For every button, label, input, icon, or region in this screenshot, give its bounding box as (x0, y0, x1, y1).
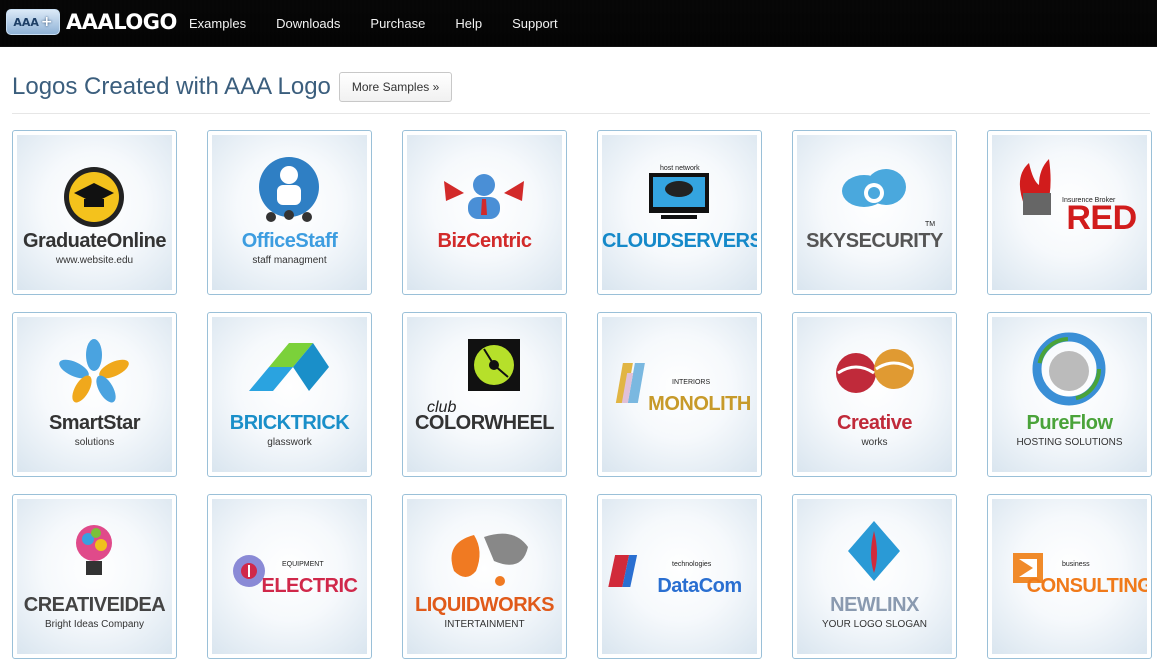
logo-tile[interactable]: CREATIVEIDEA Bright Ideas Company (12, 494, 177, 659)
star-drops-icon (59, 339, 129, 403)
logo-image: GraduateOnline www.website.edu (17, 135, 172, 290)
nav-support[interactable]: Support (497, 16, 573, 31)
cloud-lock-icon (842, 169, 906, 207)
logo-image: SmartStar solutions (17, 317, 172, 472)
page-title: Logos Created with AAA Logo (12, 73, 331, 100)
heading-divider (12, 113, 1150, 114)
logo-tagline: TM (925, 221, 936, 228)
monitor-cloud-icon (649, 173, 709, 219)
logo-tile[interactable]: Insurence Broker RED (987, 130, 1152, 295)
logo-image: LIQUIDWORKS INTERTAINMENT (407, 499, 562, 654)
logo-tile[interactable]: BizCentric (402, 130, 567, 295)
logo-slogan: HOSTING SOLUTIONS (1016, 437, 1123, 448)
logo-name: NEWLINX (830, 594, 919, 616)
logo-image: INTERIORS MONOLITH (602, 317, 757, 472)
logo-tagline: business (1062, 561, 1090, 568)
nav-examples[interactable]: Examples (174, 16, 261, 31)
logo-tile[interactable]: INTERIORS MONOLITH (597, 312, 762, 477)
logo-tagline: host network (660, 165, 700, 172)
more-samples-button[interactable]: More Samples » (338, 72, 453, 102)
person-arrows-icon (444, 174, 524, 219)
logo-slogan: INTERTAINMENT (444, 619, 525, 630)
logo-image: PureFlow HOSTING SOLUTIONS (992, 317, 1147, 472)
diamond-drop-icon (848, 521, 900, 581)
logo-image: Creative works (797, 317, 952, 472)
logo-tile[interactable]: technologies DataCom (597, 494, 762, 659)
brand-logo[interactable]: AAA + AAALOGO (6, 9, 177, 35)
logo-image: technologies DataCom (602, 499, 757, 654)
logo-image: Insurence Broker RED (992, 135, 1147, 290)
logo-name: MONOLITH (648, 393, 751, 415)
nav-purchase[interactable]: Purchase (355, 16, 440, 31)
logo-name: COLORWHEEL (414, 412, 555, 434)
logo-name: ELECTRIC (261, 575, 359, 597)
logo-name: BRICKTRICK (229, 412, 350, 434)
liquid-drop-icon (451, 533, 528, 586)
main-nav: Examples Downloads Purchase Help Support (174, 0, 573, 46)
logo-tile[interactable]: EQUIPMENT ELECTRIC (207, 494, 372, 659)
logo-image: club COLORWHEEL (407, 317, 562, 472)
logo-image: TM SKYSECURITY (797, 135, 952, 290)
lightbulb-icon (76, 525, 112, 575)
logo-image: BizCentric (407, 135, 562, 290)
brand-plus-icon: + (40, 14, 53, 30)
logo-image: host network CLOUDSERVERS (602, 135, 757, 290)
logo-tagline: EQUIPMENT (282, 561, 324, 568)
logo-image: NEWLINX YOUR LOGO SLOGAN (797, 499, 952, 654)
logo-slogan: YOUR LOGO SLOGAN (821, 619, 928, 630)
logo-name: DataCom (657, 575, 742, 597)
logo-name: CLOUDSERVERS (602, 230, 757, 252)
logo-tile[interactable]: GraduateOnline www.website.edu (12, 130, 177, 295)
top-navigation-bar: AAA + AAALOGO Examples Downloads Purchas… (0, 0, 1157, 47)
logo-tile[interactable]: LIQUIDWORKS INTERTAINMENT (402, 494, 567, 659)
logo-tile[interactable]: BRICKTRICK glasswork (207, 312, 372, 477)
logo-name: RED (1066, 199, 1137, 237)
logo-image: CREATIVEIDEA Bright Ideas Company (17, 499, 172, 654)
logo-tile[interactable]: NEWLINX YOUR LOGO SLOGAN (792, 494, 957, 659)
logo-slogan: glasswork (267, 437, 312, 448)
logo-tile[interactable]: club COLORWHEEL (402, 312, 567, 477)
page-heading: Logos Created with AAA Logo More Samples… (12, 70, 453, 104)
ring-sphere-icon (1032, 332, 1106, 406)
logo-tile[interactable]: business CONSULTING (987, 494, 1152, 659)
spheres-icon (836, 349, 914, 393)
people-icon (259, 157, 319, 222)
logo-name: BizCentric (437, 230, 532, 252)
logo-name: OfficeStaff (241, 230, 338, 252)
logo-tile[interactable]: PureFlow HOSTING SOLUTIONS (987, 312, 1152, 477)
nav-downloads[interactable]: Downloads (261, 16, 355, 31)
logo-name: CONSULTING (1026, 575, 1147, 597)
bricks-icon (249, 343, 329, 391)
logo-tagline: technologies (672, 561, 712, 568)
logo-slogan: solutions (74, 437, 115, 448)
colorwheel-icon (468, 339, 520, 391)
logo-name: PureFlow (1026, 412, 1113, 434)
logo-image: BRICKTRICK glasswork (212, 317, 367, 472)
logo-gallery: GraduateOnline www.website.edu OfficeStaff… (12, 130, 1152, 659)
logo-image: EQUIPMENT ELECTRIC (212, 499, 367, 654)
graduation-cap-icon (64, 167, 124, 227)
logo-name: GraduateOnline (22, 230, 167, 252)
logo-slogan: works (861, 437, 888, 448)
logo-slogan: staff managment (252, 255, 327, 266)
logo-tile[interactable]: OfficeStaff staff managment (207, 130, 372, 295)
logo-image: business CONSULTING (992, 499, 1147, 654)
logo-name: CREATIVEIDEA (23, 594, 166, 616)
logo-slogan: www.website.edu (55, 255, 134, 266)
logo-tile[interactable]: host network CLOUDSERVERS (597, 130, 762, 295)
logo-tile[interactable]: SmartStar solutions (12, 312, 177, 477)
brand-badge-icon: AAA + (6, 9, 60, 35)
logo-slogan: Bright Ideas Company (45, 619, 144, 630)
brand-badge-text: AAA (13, 15, 39, 29)
nav-help[interactable]: Help (440, 16, 497, 31)
logo-tile[interactable]: Creative works (792, 312, 957, 477)
logo-tagline: INTERIORS (672, 379, 711, 386)
logo-name: SmartStar (48, 412, 141, 434)
logo-tile[interactable]: TM SKYSECURITY (792, 130, 957, 295)
logo-name: Creative (837, 412, 912, 434)
logo-image: OfficeStaff staff managment (212, 135, 367, 290)
logo-name: LIQUIDWORKS (415, 594, 554, 616)
logo-name: SKYSECURITY (806, 230, 943, 252)
brand-name: AAALOGO (66, 10, 177, 34)
